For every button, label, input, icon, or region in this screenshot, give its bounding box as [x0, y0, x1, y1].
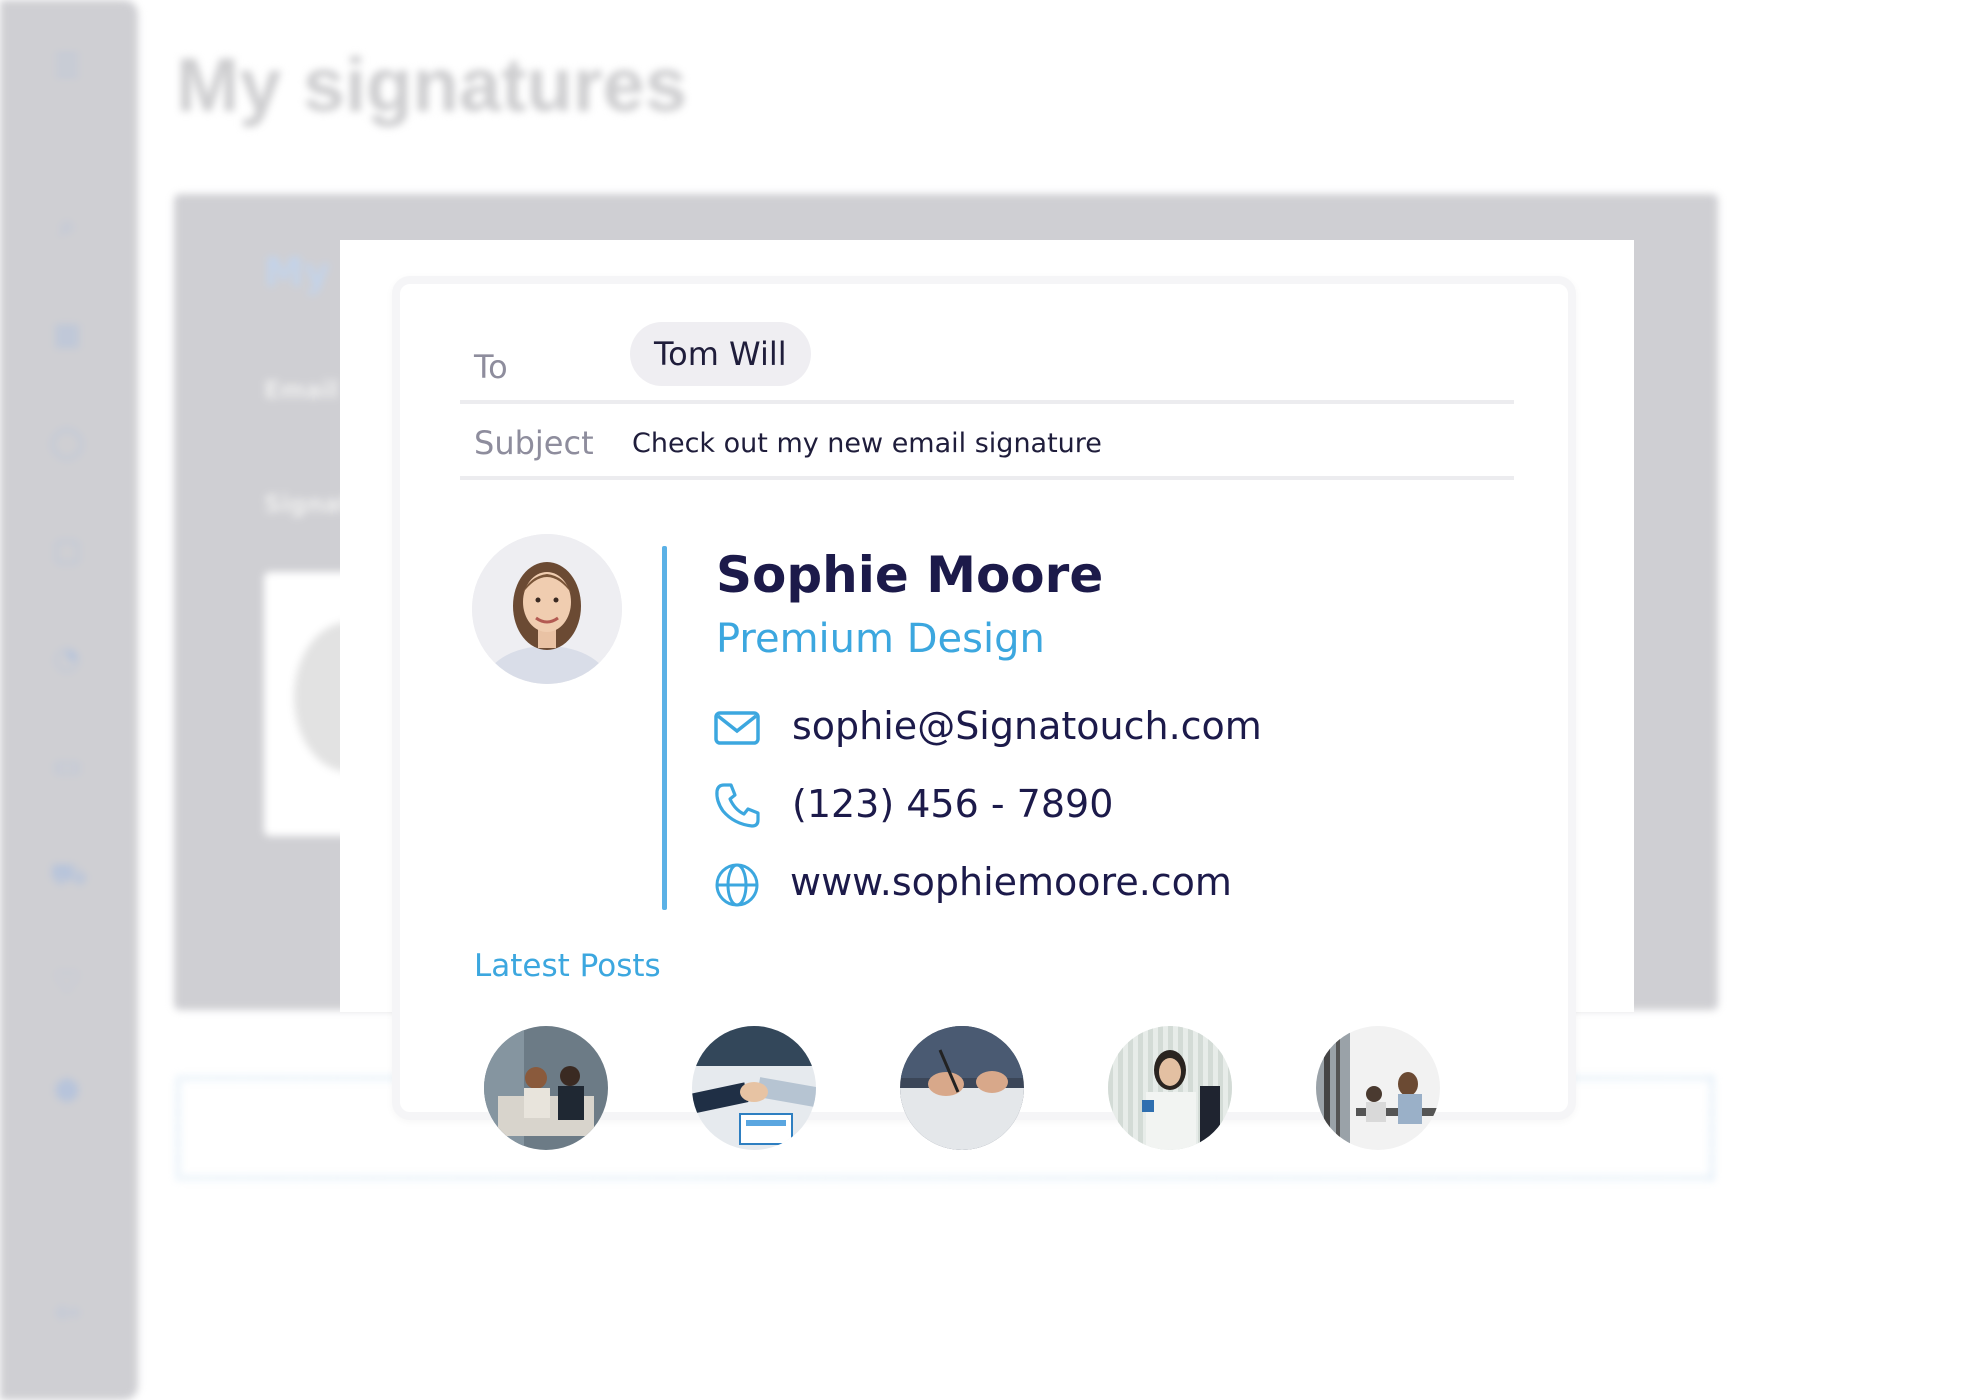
post-thumbnail-team-meeting[interactable] [484, 1026, 608, 1150]
chart-icon[interactable]: ◔ [50, 642, 84, 676]
post-thumbnail-office-workspace[interactable] [1316, 1026, 1440, 1150]
signature-title: Premium Design [716, 616, 1045, 662]
search-icon[interactable]: ⌕ [50, 210, 84, 244]
email-preview-modal: To Tom Will Subject Check out my new ema… [340, 240, 1634, 1150]
profile-photo [472, 534, 622, 684]
menu-icon[interactable]: ☰ [50, 50, 84, 84]
sidebar: ☰ ⌕ ▦ ◯ ▢ ◔ ▭ ⛟ ♡ ⬢ ⇦ [0, 0, 138, 1400]
signature-divider [662, 546, 667, 910]
email-card: To Tom Will Subject Check out my new ema… [392, 276, 1576, 1150]
signature-name: Sophie Moore [716, 546, 1104, 604]
post-thumbnail-signing-document[interactable] [900, 1026, 1024, 1150]
chat-icon[interactable]: ▢ [50, 534, 84, 568]
heart-icon[interactable]: ♡ [50, 966, 84, 1000]
recipient-chip[interactable]: Tom Will [630, 322, 811, 386]
signature-website-link[interactable]: www.sophiemoore.com [790, 860, 1232, 904]
post-thumbnail-woman-coffee[interactable] [1108, 1026, 1232, 1150]
grid-icon[interactable]: ▦ [50, 318, 84, 352]
user-icon[interactable]: ◯ [50, 426, 84, 460]
settings-icon[interactable]: ⬢ [50, 1074, 84, 1108]
envelope-icon [712, 704, 762, 754]
signature-email-link[interactable]: sophie@Signatouch.com [792, 704, 1262, 748]
cart-icon[interactable]: ⛟ [50, 858, 88, 892]
email-label: Email [264, 376, 339, 404]
panel-title: My [264, 250, 330, 296]
post-thumbnail-handshake[interactable] [692, 1026, 816, 1150]
latest-posts-label: Latest Posts [474, 948, 661, 984]
phone-icon [712, 780, 762, 830]
divider [460, 400, 1514, 404]
subject-label: Subject [474, 424, 594, 462]
to-label: To [474, 348, 508, 386]
divider [460, 476, 1514, 480]
subject-value[interactable]: Check out my new email signature [632, 428, 1102, 459]
briefcase-icon[interactable]: ▭ [50, 750, 84, 784]
logout-icon[interactable]: ⇦ [50, 1296, 84, 1330]
signature-label: Signat [264, 490, 352, 518]
page-title: My signatures [176, 43, 688, 128]
globe-icon [712, 860, 762, 910]
signature-phone-link[interactable]: (123) 456 - 7890 [792, 782, 1113, 826]
